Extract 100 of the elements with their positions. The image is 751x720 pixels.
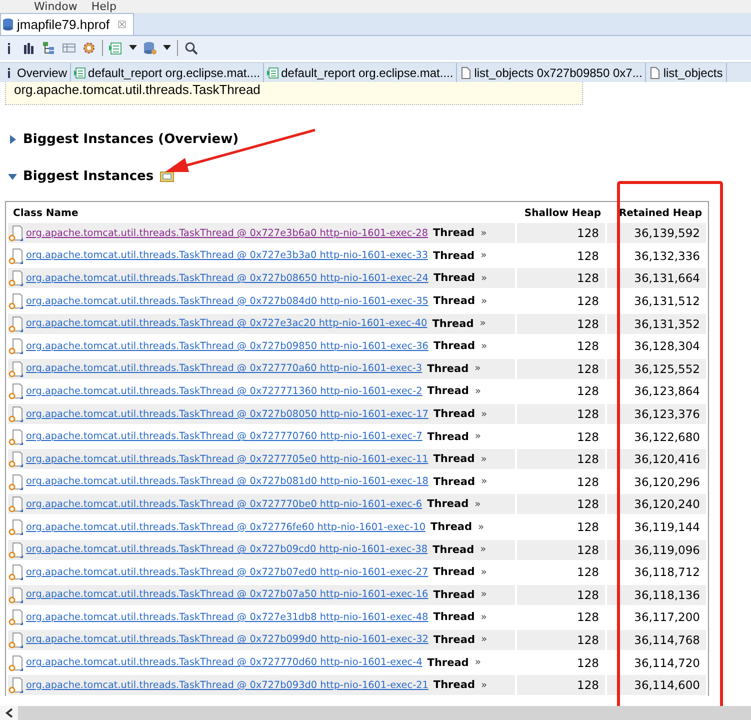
object-link[interactable]: org.apache.tomcat.util.threads.TaskThread @ 0x727b08050 http-nio-1601-exec-17 <box>26 408 428 420</box>
table-cell: 128 <box>517 223 605 244</box>
more-link[interactable]: » <box>480 454 487 465</box>
table-cell: 128 <box>517 630 605 650</box>
object-icon <box>8 563 24 582</box>
horizontal-scrollbar[interactable] <box>0 706 751 720</box>
table-cell-text: 128 <box>576 383 600 400</box>
table-cell-text: 36,123,864 <box>633 383 701 400</box>
table-cell: 36,118,136 <box>607 584 706 605</box>
object-link[interactable]: org.apache.tomcat.util.threads.TaskThread @ 0x727770d60 http-nio-1601-exec-4 <box>26 657 422 668</box>
more-link[interactable]: » <box>480 589 487 600</box>
gear-icon[interactable] <box>82 41 96 55</box>
report-icon[interactable] <box>109 41 123 55</box>
more-link[interactable]: » <box>474 657 481 668</box>
object-link[interactable]: org.apache.tomcat.util.threads.TaskThread @ 0x727b09cd0 http-nio-1601-exec-38 <box>26 544 428 556</box>
collapsed-twistie-icon[interactable] <box>8 134 17 144</box>
more-link[interactable]: » <box>480 318 486 330</box>
object-link[interactable]: org.apache.tomcat.util.threads.TaskThread @ 0x727b07ed0 http-nio-1601-exec-27 <box>26 566 428 578</box>
type-label: Thread <box>432 318 474 330</box>
object-link[interactable]: org.apache.tomcat.util.threads.TaskThread @ 0x727b08650 http-nio-1601-exec-24 <box>26 272 428 284</box>
table-cell-text: 36,131,512 <box>633 293 701 310</box>
editor-tab[interactable]: list_objects <box>646 63 727 82</box>
more-link[interactable]: » <box>480 476 488 488</box>
search-icon[interactable] <box>184 41 198 55</box>
scroll-left-icon[interactable] <box>5 708 13 718</box>
more-link[interactable]: » <box>474 386 481 397</box>
more-link[interactable]: » <box>474 498 481 510</box>
table-cell: 36,131,352 <box>607 314 706 334</box>
menu-item[interactable]: Window <box>34 0 78 13</box>
object-link[interactable]: org.apache.tomcat.util.threads.TaskThread @ 0x727e31db8 http-nio-1601-exec-48 <box>26 612 428 623</box>
database-icon[interactable] <box>143 41 157 55</box>
type-label: Thread <box>433 588 475 601</box>
object-icon <box>8 586 24 604</box>
object-link[interactable]: org.apache.tomcat.util.threads.TaskThread @ 0x727771360 http-nio-1601-exec-2 <box>26 386 422 397</box>
tree-icon[interactable] <box>42 41 56 55</box>
type-label: Thread <box>433 566 475 578</box>
object-icon <box>8 292 24 310</box>
table-cell: 36,120,240 <box>607 494 706 514</box>
type-label: Thread <box>433 453 475 466</box>
object-link[interactable]: org.apache.tomcat.util.threads.TaskThread @ 0x727e3b6a0 http-nio-1601-exec-28 <box>26 228 428 239</box>
section-title[interactable]: Biggest Instances (Overview) <box>23 132 239 146</box>
object-icon <box>8 337 24 356</box>
table-cell-text: 128 <box>576 609 600 626</box>
more-link[interactable]: » <box>474 363 481 374</box>
table-cell: 36,120,416 <box>607 449 706 470</box>
table-cell-text: 36,118,712 <box>633 564 701 582</box>
object-link[interactable]: org.apache.tomcat.util.threads.TaskThread @ 0x72776fe60 http-nio-1601-exec-10 <box>26 522 426 533</box>
more-link[interactable]: » <box>480 296 488 307</box>
object-link[interactable]: org.apache.tomcat.util.threads.TaskThread @ 0x727b099d0 http-nio-1601-exec-32 <box>26 634 428 646</box>
object-icon <box>8 540 24 559</box>
more-link[interactable]: » <box>478 522 484 533</box>
type-label: Thread <box>433 295 475 308</box>
object-link[interactable]: org.apache.tomcat.util.threads.TaskThread @ 0x727e3ac20 http-nio-1601-exec-40 <box>26 318 428 330</box>
object-icon <box>8 450 24 468</box>
more-link[interactable]: » <box>480 680 488 691</box>
object-icon <box>8 472 24 491</box>
more-link[interactable]: » <box>480 272 488 284</box>
type-label: Thread <box>427 385 469 398</box>
object-link[interactable]: org.apache.tomcat.util.threads.TaskThread @ 0x727770760 http-nio-1601-exec-7 <box>26 431 422 442</box>
dropdown-caret-icon[interactable] <box>163 45 171 51</box>
more-link[interactable]: » <box>480 566 487 578</box>
more-link[interactable]: » <box>480 228 487 239</box>
more-link[interactable]: » <box>480 544 486 556</box>
type-label: Thread <box>427 656 469 669</box>
object-link[interactable]: org.apache.tomcat.util.threads.TaskThread @ 0x727b07a50 http-nio-1601-exec-16 <box>26 589 428 600</box>
more-link[interactable]: » <box>480 408 488 420</box>
table-cell-text: 36,120,296 <box>633 474 701 491</box>
object-icon <box>8 428 24 446</box>
object-icon <box>8 360 24 378</box>
menu-item[interactable]: Help <box>91 0 116 13</box>
table-cell-text: 128 <box>576 474 600 491</box>
object-icon <box>8 382 24 400</box>
expanded-twistie-icon[interactable] <box>8 172 17 180</box>
section-title[interactable]: Biggest Instances <box>23 168 154 184</box>
more-link[interactable]: » <box>480 250 487 262</box>
object-link[interactable]: org.apache.tomcat.util.threads.TaskThread @ 0x727770be0 http-nio-1601-exec-6 <box>26 498 422 510</box>
dropdown-caret-icon[interactable] <box>129 45 137 51</box>
more-link[interactable]: » <box>480 634 488 646</box>
object-link[interactable]: org.apache.tomcat.util.threads.TaskThread @ 0x727b084d0 http-nio-1601-exec-35 <box>26 296 428 307</box>
object-icon <box>8 405 24 424</box>
folder-icon[interactable] <box>160 170 174 182</box>
object-link[interactable]: org.apache.tomcat.util.threads.TaskThread @ 0x727e3b3a0 http-nio-1601-exec-33 <box>26 250 428 262</box>
type-label: Thread <box>430 521 472 534</box>
object-link[interactable]: org.apache.tomcat.util.threads.TaskThread @ 0x727b081d0 http-nio-1601-exec-18 <box>26 476 428 488</box>
type-label: Thread <box>433 634 475 646</box>
type-label: Thread <box>433 272 475 284</box>
more-link[interactable]: » <box>474 431 481 442</box>
table-cell-text: 36,122,680 <box>633 428 701 446</box>
object-link[interactable]: org.apache.tomcat.util.threads.TaskThread @ 0x7277705e0 http-nio-1601-exec-11 <box>26 454 428 465</box>
database-icon <box>3 18 13 31</box>
table-cell-text: 128 <box>576 428 600 446</box>
editor-tab[interactable]: jmapfile79.hprof ☒ <box>0 13 134 35</box>
more-link[interactable]: » <box>480 612 487 623</box>
object-link[interactable]: org.apache.tomcat.util.threads.TaskThread @ 0x727770a60 http-nio-1601-exec-3 <box>26 363 422 374</box>
object-link[interactable]: org.apache.tomcat.util.threads.TaskThread @ 0x727b09850 http-nio-1601-exec-36 <box>26 340 428 352</box>
type-label: Thread <box>433 679 475 692</box>
object-link[interactable]: org.apache.tomcat.util.threads.TaskThread @ 0x727b093d0 http-nio-1601-exec-21 <box>26 680 428 691</box>
bar-chart-icon[interactable] <box>22 41 36 55</box>
table-cell: 128 <box>517 584 605 605</box>
more-link[interactable]: » <box>480 340 488 352</box>
